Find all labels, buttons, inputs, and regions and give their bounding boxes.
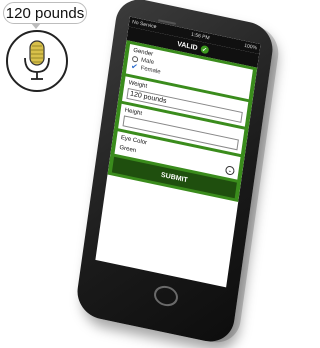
checkmark-icon[interactable]: ✔: [130, 61, 138, 71]
chevron-down-icon[interactable]: ⌄: [224, 165, 236, 176]
radio-male-label: Male: [140, 57, 155, 67]
eye-color-value: Green: [119, 144, 137, 154]
phone: No Service 1:56 PM 100% VALID ✓ Gender M…: [0, 0, 283, 348]
nav-title: VALID: [176, 40, 199, 52]
form: Gender Male ✔ Female Weight 120 pounds H…: [107, 40, 258, 203]
check-icon: ✓: [199, 44, 210, 55]
battery-text: 100%: [243, 42, 258, 52]
